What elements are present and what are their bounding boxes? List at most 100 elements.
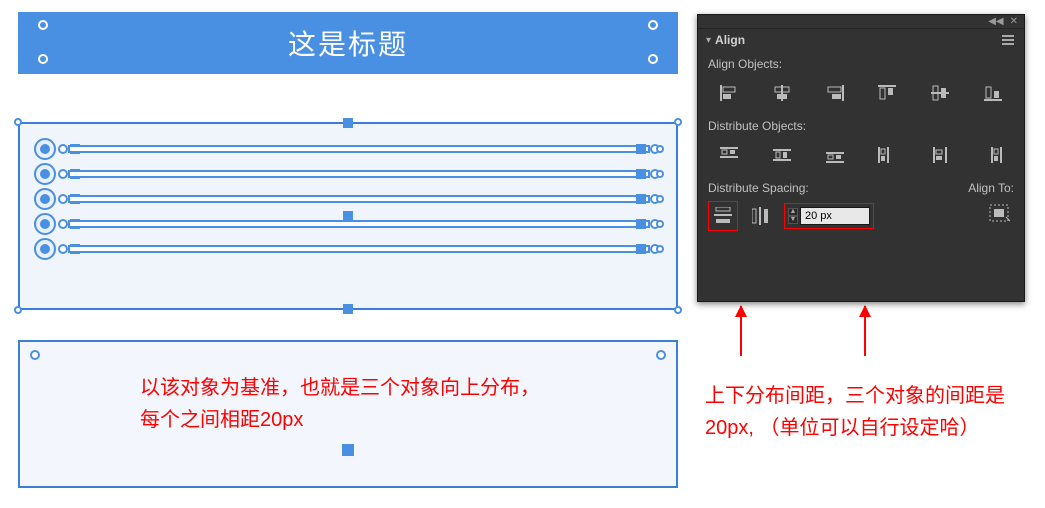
distribute-objects-section: Distribute Objects:	[698, 113, 1024, 175]
align-hcenter-button[interactable]	[769, 81, 795, 105]
line-shape	[68, 195, 650, 203]
align-to-selection-icon	[988, 203, 1010, 223]
list-item[interactable]	[34, 241, 662, 257]
spacing-value-input[interactable]: 20 px	[800, 207, 870, 225]
stepper-up-icon[interactable]: ▲	[788, 208, 798, 216]
selection-handle-icon	[674, 306, 682, 314]
lines-group-object[interactable]	[18, 122, 678, 310]
title-rectangle-object[interactable]: 这是标题	[18, 12, 678, 74]
list-item[interactable]	[34, 166, 662, 182]
distribute-vcenter-icon	[773, 147, 791, 163]
highlighted-spacing-input: ▲ ▼ 20 px	[784, 203, 874, 229]
selection-handle-icon	[636, 144, 646, 154]
align-top-icon	[878, 85, 896, 101]
selection-handle-icon	[674, 118, 682, 126]
selection-handle-icon	[648, 20, 658, 30]
align-right-icon	[826, 85, 844, 101]
vertical-distribute-spacing-button[interactable]	[712, 205, 734, 227]
panel-tab-label: Align	[715, 33, 745, 47]
horizontal-spacing-icon	[752, 207, 770, 225]
illustrator-canvas: 这是标题	[18, 12, 680, 488]
selection-handle-icon	[58, 244, 68, 254]
align-panel: ◀◀ ✕ ▾ Align Align Objects:	[697, 14, 1025, 302]
chevron-down-icon: ▾	[706, 35, 711, 46]
radio-bullet-icon	[34, 238, 56, 260]
selection-handle-icon	[58, 169, 68, 179]
vertical-spacing-icon	[714, 207, 732, 225]
line-shape	[68, 220, 650, 228]
horizontal-distribute-spacing-button[interactable]	[748, 204, 774, 228]
distribute-top-icon	[720, 147, 738, 163]
radio-bullet-icon	[34, 188, 56, 210]
align-vcenter-icon	[931, 85, 949, 101]
selection-handle-icon	[58, 219, 68, 229]
title-text: 这是标题	[288, 23, 408, 63]
selection-handle-icon	[58, 144, 68, 154]
spacing-section-header: Distribute Spacing: Align To:	[698, 175, 1024, 197]
selection-handle-icon	[648, 54, 658, 64]
selection-handle-icon	[343, 304, 353, 314]
distribute-right-icon	[984, 147, 1002, 163]
distribute-left-button[interactable]	[874, 143, 900, 167]
right-annotation-text: 上下分布间距，三个对象的间距是 20px, （单位可以自行设定哈）	[705, 380, 1035, 444]
selection-handle-icon	[636, 219, 646, 229]
selection-handle-icon	[656, 220, 664, 228]
align-objects-section: Align Objects:	[698, 51, 1024, 113]
selection-handle-icon	[342, 444, 354, 456]
align-to-selection-button[interactable]	[984, 201, 1014, 225]
section-label: Align Objects:	[708, 57, 1014, 71]
spacing-stepper[interactable]: ▲ ▼	[788, 208, 798, 224]
panel-tab[interactable]: ▾ Align	[698, 29, 1024, 51]
selection-handle-icon	[38, 20, 48, 30]
selection-handle-icon	[656, 170, 664, 178]
list-item[interactable]	[34, 141, 662, 157]
list-item[interactable]	[34, 191, 662, 207]
align-bottom-button[interactable]	[980, 81, 1006, 105]
annotation-arrow-icon	[864, 306, 866, 356]
align-right-button[interactable]	[822, 81, 848, 105]
radio-bullet-icon	[34, 163, 56, 185]
radio-bullet-icon	[34, 138, 56, 160]
panel-topbar: ◀◀ ✕	[698, 15, 1024, 29]
list-item[interactable]	[34, 216, 662, 232]
line-shape	[68, 245, 650, 253]
selection-handle-icon	[30, 350, 40, 360]
distribute-vcenter-button[interactable]	[769, 143, 795, 167]
selection-handle-icon	[656, 195, 664, 203]
selection-handle-icon	[14, 118, 22, 126]
annotation-arrow-icon	[740, 306, 742, 356]
section-label: Distribute Spacing:	[708, 181, 809, 195]
distribute-hcenter-button[interactable]	[927, 143, 953, 167]
section-label: Align To:	[968, 181, 1014, 195]
selection-handle-icon	[656, 145, 664, 153]
align-bottom-icon	[984, 85, 1002, 101]
align-left-icon	[720, 85, 738, 101]
distribute-bottom-button[interactable]	[822, 143, 848, 167]
selection-handle-icon	[656, 245, 664, 253]
collapse-icon[interactable]: ◀◀	[988, 16, 1003, 27]
content-rectangle-object[interactable]: 以该对象为基准，也就是三个对象向上分布， 每个之间相距20px	[18, 340, 678, 488]
stepper-down-icon[interactable]: ▼	[788, 216, 798, 224]
panel-menu-icon[interactable]	[1002, 35, 1016, 45]
line-shape	[68, 145, 650, 153]
section-label: Distribute Objects:	[708, 119, 1014, 133]
canvas-annotation-text: 以该对象为基准，也就是三个对象向上分布， 每个之间相距20px	[140, 372, 636, 436]
align-left-button[interactable]	[716, 81, 742, 105]
distribute-bottom-icon	[826, 147, 844, 163]
distribute-left-icon	[878, 147, 896, 163]
align-top-button[interactable]	[874, 81, 900, 105]
spacing-row: ▲ ▼ 20 px	[698, 197, 1024, 235]
selection-handle-icon	[38, 54, 48, 64]
close-icon[interactable]: ✕	[1010, 16, 1018, 27]
selection-handle-icon	[343, 118, 353, 128]
highlighted-vertical-spacing	[708, 201, 738, 231]
selection-handle-icon	[636, 244, 646, 254]
selection-handle-icon	[14, 306, 22, 314]
selection-handle-icon	[636, 169, 646, 179]
align-vcenter-button[interactable]	[927, 81, 953, 105]
distribute-right-button[interactable]	[980, 143, 1006, 167]
distribute-hcenter-icon	[931, 147, 949, 163]
line-shape	[68, 170, 650, 178]
distribute-top-button[interactable]	[716, 143, 742, 167]
selection-handle-icon	[58, 194, 68, 204]
